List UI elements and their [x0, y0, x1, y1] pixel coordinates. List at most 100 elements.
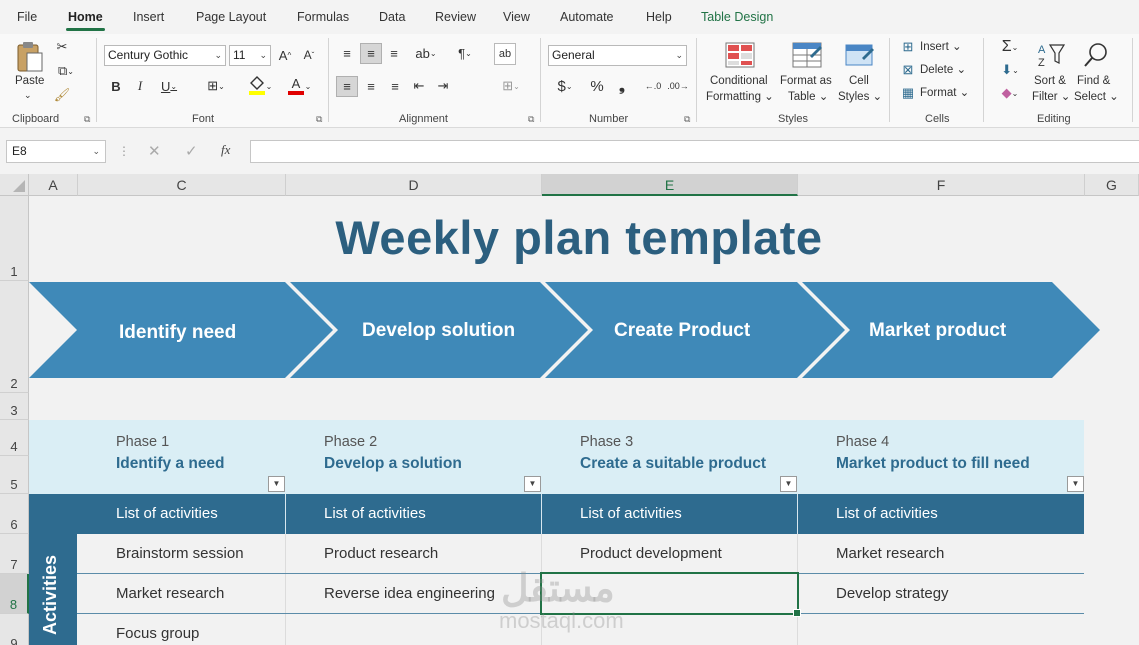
clear-icon[interactable]: ◆ ⌄: [993, 84, 1027, 102]
column-header-c[interactable]: C: [78, 174, 286, 196]
table-cell[interactable]: Reverse idea engineering: [324, 585, 495, 602]
font-family-select[interactable]: Century Gothic ⌄: [104, 45, 226, 66]
filter-dropdown-button[interactable]: ▼: [524, 476, 541, 492]
table-cell[interactable]: Product development: [580, 545, 722, 562]
italic-button[interactable]: I: [131, 77, 149, 95]
search-icon: [1084, 43, 1107, 67]
cell-styles-icon: [845, 44, 874, 66]
filter-dropdown-button[interactable]: ▼: [268, 476, 285, 492]
tab-help[interactable]: Help: [646, 10, 672, 24]
column-header-g[interactable]: G: [1085, 174, 1139, 196]
delete-cells-icon[interactable]: ⊠: [900, 62, 916, 78]
align-center-icon[interactable]: ≡: [362, 77, 380, 95]
format-as-table-button[interactable]: [791, 40, 823, 70]
number-format-select[interactable]: General ⌄: [548, 45, 687, 66]
copy-icon[interactable]: ⧉ ⌄: [52, 62, 80, 80]
bold-button[interactable]: B: [107, 77, 125, 95]
drag-handle-icon[interactable]: ⋮: [118, 144, 130, 158]
insert-cells-button[interactable]: Insert ⌄: [920, 40, 962, 55]
underline-button[interactable]: U ⌄: [154, 77, 184, 95]
tab-automate[interactable]: Automate: [560, 10, 614, 24]
conditional-formatting-button[interactable]: [724, 40, 756, 70]
increase-decimal-icon[interactable]: ←.0: [642, 77, 664, 95]
sort-filter-button[interactable]: A Z: [1035, 40, 1067, 70]
table-cell[interactable]: Product research: [324, 545, 438, 562]
row-header-1[interactable]: 1: [0, 196, 29, 281]
row-header-7[interactable]: 7: [0, 534, 29, 574]
row-header-3[interactable]: 3: [0, 393, 29, 420]
font-launcher-icon[interactable]: ⧉: [316, 114, 322, 125]
column-header-d[interactable]: D: [286, 174, 542, 196]
tab-formulas[interactable]: Formulas: [297, 10, 349, 24]
fill-color-icon[interactable]: ⌄: [245, 75, 275, 97]
format-cells-icon[interactable]: ▦: [900, 85, 916, 101]
insert-function-icon[interactable]: fx: [221, 142, 230, 158]
name-box[interactable]: E8 ⌄: [6, 140, 106, 163]
tab-page-layout[interactable]: Page Layout: [196, 10, 266, 24]
formula-input[interactable]: [250, 140, 1139, 163]
comma-icon[interactable]: ❟: [614, 77, 630, 95]
tab-view[interactable]: View: [503, 10, 530, 24]
cell-styles-button[interactable]: [844, 40, 876, 70]
clipboard-launcher-icon[interactable]: ⧉: [84, 114, 90, 125]
autosum-icon[interactable]: Σ ⌄: [993, 38, 1027, 56]
align-right-icon[interactable]: ≡: [386, 77, 404, 95]
tab-home[interactable]: Home: [66, 10, 105, 31]
tab-table-design[interactable]: Table Design: [701, 10, 773, 24]
select-all-button[interactable]: [0, 174, 29, 196]
column-header-e[interactable]: E: [542, 174, 798, 196]
currency-icon[interactable]: $ ⌄: [550, 77, 580, 95]
alignment-launcher-icon[interactable]: ⧉: [528, 114, 534, 125]
table-cell[interactable]: Brainstorm session: [116, 545, 244, 562]
borders-icon[interactable]: ⊞ ⌄: [200, 77, 232, 95]
row-header-8[interactable]: 8: [0, 574, 29, 614]
row-header-9[interactable]: 9: [0, 614, 29, 645]
decrease-indent-icon[interactable]: ⇤: [410, 77, 428, 95]
fill-icon[interactable]: ⬇ ⌄: [993, 61, 1027, 79]
merge-center-icon[interactable]: ⊞ ⌄: [494, 77, 528, 95]
delete-cells-button[interactable]: Delete ⌄: [920, 63, 966, 78]
format-cells-button[interactable]: Format ⌄: [920, 86, 969, 101]
column-header-f[interactable]: F: [798, 174, 1085, 196]
text-direction-icon[interactable]: ¶ ⌄: [449, 44, 481, 62]
orientation-icon[interactable]: ab ⌄: [410, 44, 442, 62]
tab-data[interactable]: Data: [379, 10, 405, 24]
table-cell[interactable]: Focus group: [116, 625, 199, 642]
cancel-icon[interactable]: ✕: [148, 142, 161, 160]
filter-dropdown-button[interactable]: ▼: [1067, 476, 1084, 492]
row-header-5[interactable]: 5: [0, 456, 29, 494]
column-header-a[interactable]: A: [29, 174, 78, 196]
increase-font-icon[interactable]: A ^: [276, 46, 294, 64]
table-cell[interactable]: Market research: [836, 545, 944, 562]
paste-button[interactable]: [14, 40, 46, 74]
decrease-font-icon[interactable]: Aˇ: [300, 46, 318, 64]
tab-insert[interactable]: Insert: [133, 10, 164, 24]
find-select-button[interactable]: [1080, 40, 1112, 70]
align-left-icon[interactable]: ≡: [336, 76, 358, 97]
row-header-2[interactable]: 2: [0, 281, 29, 393]
font-size-select[interactable]: 11 ⌄: [229, 45, 271, 66]
enter-icon[interactable]: ✓: [185, 142, 198, 160]
row-header-4[interactable]: 4: [0, 420, 29, 456]
wrap-text-icon[interactable]: ab: [494, 43, 516, 65]
decrease-decimal-icon[interactable]: .00→: [667, 77, 689, 95]
align-bottom-icon[interactable]: ≡: [385, 44, 403, 62]
cut-icon[interactable]: ✂: [54, 38, 70, 56]
align-top-icon[interactable]: ≡: [338, 44, 356, 62]
worksheet[interactable]: Weekly plan template Identify need Devel…: [29, 196, 1139, 645]
format-painter-icon[interactable]: 🖌: [53, 86, 71, 104]
filter-dropdown-button[interactable]: ▼: [780, 476, 797, 492]
font-color-icon[interactable]: A ⌄: [283, 75, 315, 97]
tab-file[interactable]: File: [17, 10, 37, 24]
insert-cells-icon[interactable]: ⊞: [900, 39, 916, 55]
paste-chevron-down-icon[interactable]: ⌄: [24, 88, 32, 103]
increase-indent-icon[interactable]: ⇥: [434, 77, 452, 95]
table-cell[interactable]: Develop strategy: [836, 585, 949, 602]
table-cell[interactable]: Market research: [116, 585, 224, 602]
number-launcher-icon[interactable]: ⧉: [684, 114, 690, 125]
row-header-6[interactable]: 6: [0, 494, 29, 534]
percent-icon[interactable]: %: [588, 77, 606, 95]
align-middle-icon[interactable]: ≡: [360, 43, 382, 64]
watermark-url: mostaql.com: [499, 608, 624, 633]
tab-review[interactable]: Review: [435, 10, 476, 24]
